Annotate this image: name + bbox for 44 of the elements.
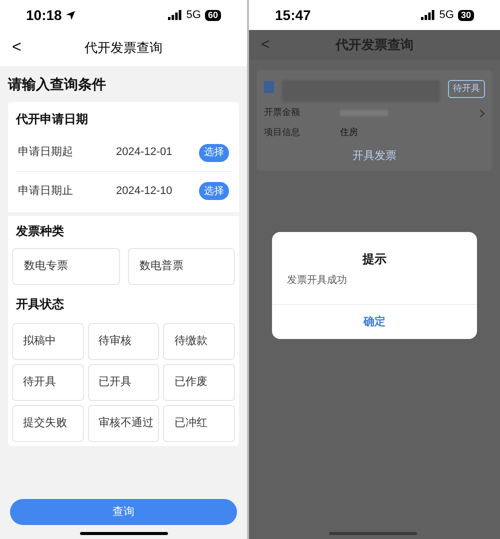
network-label: 5G <box>186 8 201 23</box>
date-value: 2024-12-10 <box>116 184 174 199</box>
group-title: 开具状态 <box>15 296 65 313</box>
option-chip[interactable]: 数电普票 <box>128 248 235 285</box>
section-heading: 请输入查询条件 <box>6 75 107 94</box>
status-time: 15:47 <box>275 6 311 24</box>
option-chip[interactable]: 拟稿中 <box>12 323 84 360</box>
status-tag: 待开具 <box>448 80 485 98</box>
location-arrow-icon <box>66 10 75 20</box>
option-chip[interactable]: 数电专票 <box>12 248 120 285</box>
group-title: 代开申请日期 <box>14 111 89 128</box>
option-chip[interactable]: 已开具 <box>88 364 160 401</box>
query-button[interactable]: 查询 <box>10 499 237 525</box>
dialog-title: 提示 <box>361 251 388 268</box>
dialog-message: 发票开具成功 <box>286 274 348 288</box>
option-chip[interactable]: 待开具 <box>12 364 84 401</box>
option-chip[interactable]: 审核不通过 <box>88 405 160 442</box>
battery-icon: 60 <box>204 10 221 20</box>
option-chip[interactable]: 已作废 <box>163 364 235 401</box>
option-chip[interactable]: 待审核 <box>88 323 160 360</box>
date-label: 申请日期止 <box>18 184 74 199</box>
page-title: 代开发票查询 <box>84 39 162 58</box>
status-time: 10:18 <box>26 6 62 24</box>
select-button[interactable]: 选择 <box>199 144 229 162</box>
field-label: 项目信息 <box>264 126 301 140</box>
battery-icon: 30 <box>458 10 474 20</box>
date-label: 申请日期起 <box>18 145 74 160</box>
page-title: 代开发票查询 <box>336 36 414 54</box>
select-button[interactable]: 选择 <box>199 182 229 200</box>
option-chip[interactable]: 已冲红 <box>163 405 235 442</box>
issue-invoice-link[interactable]: 开具发票 <box>352 148 396 164</box>
network-label: 5G <box>439 8 454 23</box>
date-value: 2024-12-01 <box>116 145 174 160</box>
option-chip[interactable]: 提交失败 <box>12 405 84 442</box>
group-title: 发票种类 <box>14 223 65 240</box>
chevron-right-icon <box>479 108 485 118</box>
signal-icon <box>168 10 182 20</box>
invoice-type-badge <box>264 81 274 93</box>
field-value: 住房 <box>340 126 358 140</box>
back-button[interactable]: < <box>12 36 22 60</box>
field-label: 开票金额 <box>264 106 301 120</box>
option-chip[interactable]: 待缴款 <box>163 323 235 360</box>
signal-icon <box>421 10 436 20</box>
confirm-button[interactable]: 确定 <box>272 305 477 339</box>
